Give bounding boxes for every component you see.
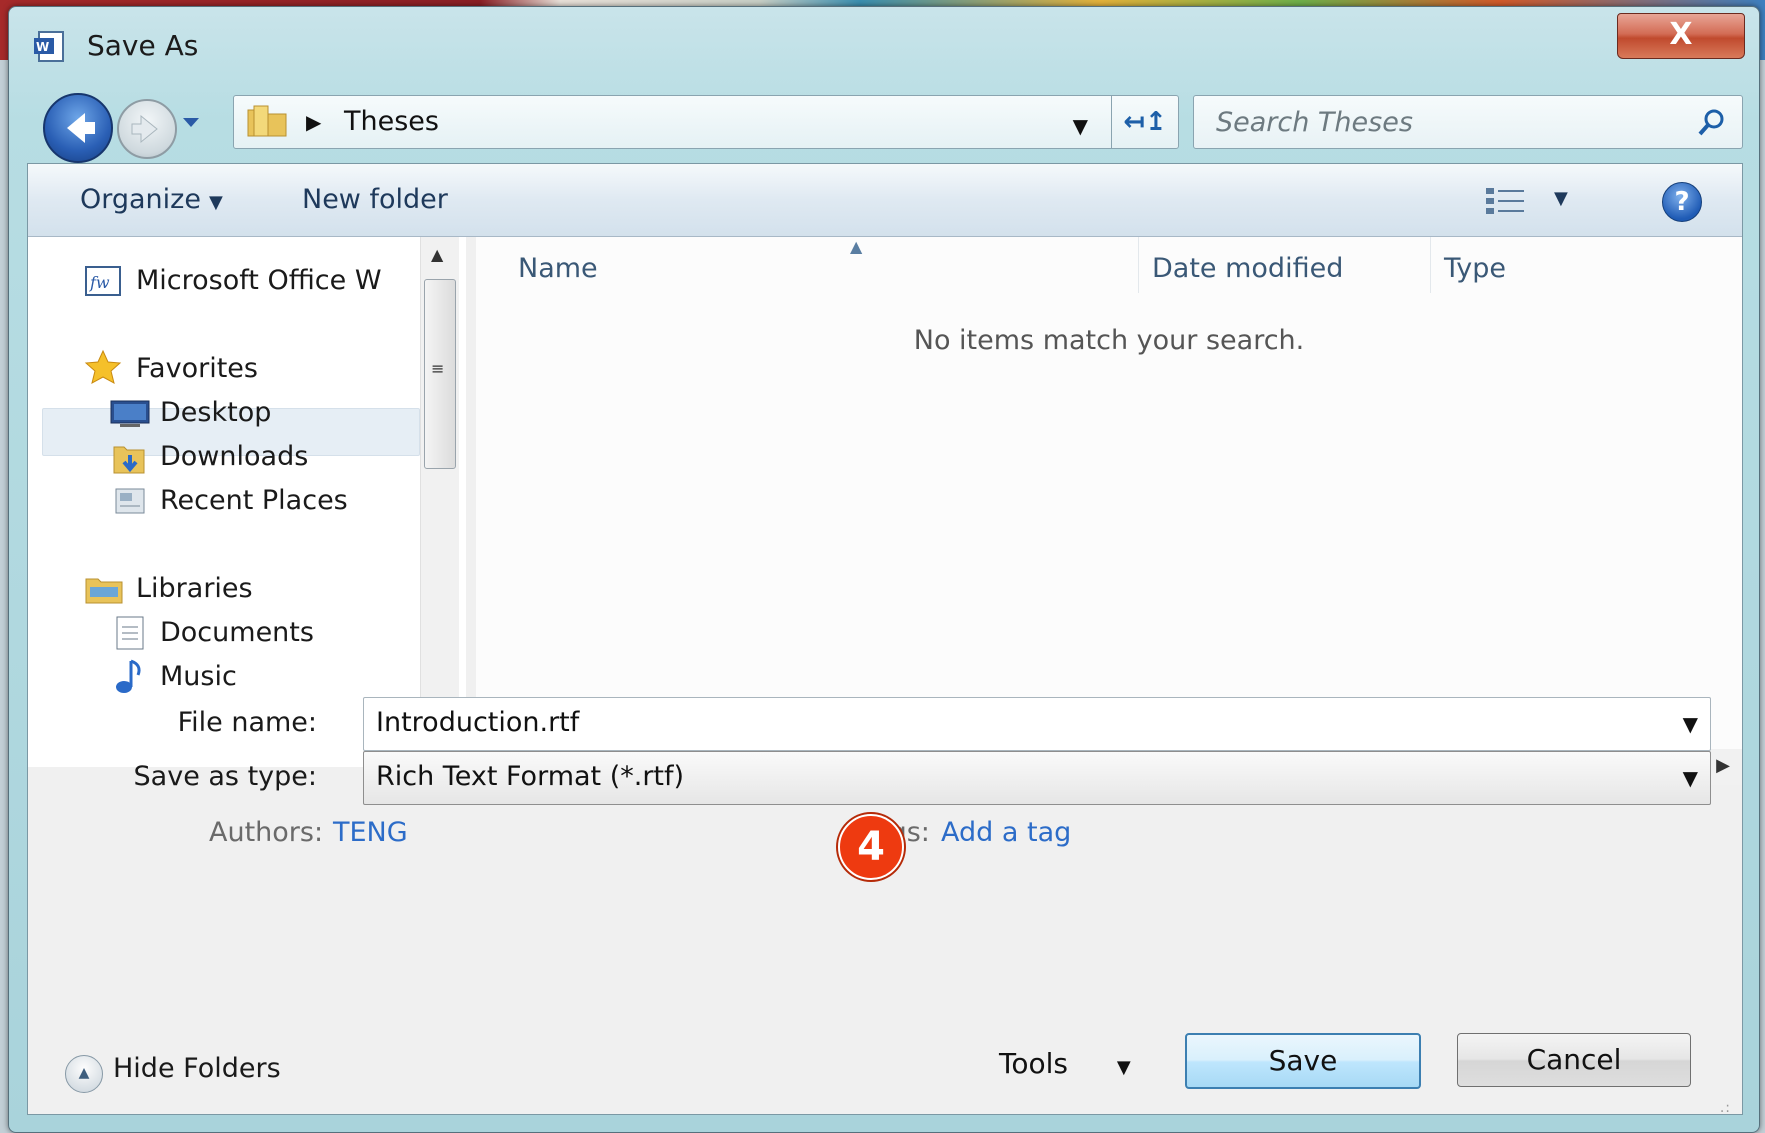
documents-icon bbox=[116, 616, 144, 650]
word-doc-icon: W bbox=[34, 31, 64, 62]
cancel-button[interactable]: Cancel bbox=[1457, 1033, 1691, 1087]
authors-label: Authors: bbox=[209, 817, 324, 848]
nav-item-documents[interactable]: Documents bbox=[160, 617, 314, 648]
hide-folders-button[interactable]: ▲ Hide Folders bbox=[65, 1053, 281, 1093]
forward-arrow-icon bbox=[131, 114, 158, 144]
column-header-type[interactable]: Type bbox=[1444, 253, 1506, 284]
empty-list-message: No items match your search. bbox=[913, 325, 1305, 356]
file-name-label: File name: bbox=[177, 707, 317, 738]
file-name-field[interactable]: Introduction.rtf ▼ bbox=[363, 697, 1711, 751]
nav-libraries[interactable]: Libraries bbox=[136, 573, 253, 604]
chevron-down-icon[interactable]: ▼ bbox=[1683, 712, 1698, 736]
sort-ascending-icon: ▲ bbox=[850, 237, 863, 256]
window-title: Save As bbox=[87, 29, 199, 62]
breadcrumb-separator[interactable]: ▶ bbox=[306, 110, 321, 134]
tools-menu-button[interactable]: Tools ▼ bbox=[999, 1047, 1131, 1080]
column-header-name[interactable]: Name bbox=[518, 253, 598, 284]
save-button[interactable]: Save bbox=[1185, 1033, 1421, 1089]
save-as-type-select[interactable]: Rich Text Format (*.rtf) ▼ bbox=[363, 751, 1711, 805]
refresh-icon: ↤↥ bbox=[1123, 107, 1167, 137]
views-icon[interactable] bbox=[1484, 186, 1528, 216]
close-button[interactable]: X bbox=[1617, 13, 1745, 59]
file-name-value[interactable]: Introduction.rtf bbox=[376, 707, 579, 738]
address-bar[interactable]: ▶ Theses ▼ ↤↥ bbox=[233, 95, 1179, 149]
nav-item-recent-places[interactable]: Recent Places bbox=[160, 485, 348, 516]
forward-button[interactable] bbox=[117, 99, 177, 159]
recent-pages-dropdown[interactable] bbox=[181, 115, 201, 129]
collapse-up-icon: ▲ bbox=[65, 1055, 103, 1093]
nav-item-desktop[interactable]: Desktop bbox=[160, 397, 271, 428]
chevron-down-icon: ▼ bbox=[1116, 1057, 1131, 1078]
nav-item-music[interactable]: Music bbox=[160, 661, 237, 692]
desktop-icon bbox=[110, 400, 150, 427]
title-bar: W Save As X bbox=[9, 7, 1759, 87]
column-header-date-modified[interactable]: Date modified bbox=[1152, 253, 1343, 284]
hide-folders-label: Hide Folders bbox=[113, 1053, 281, 1084]
views-dropdown[interactable]: ▼ bbox=[1554, 188, 1568, 209]
scroll-up-arrow[interactable]: ▲ bbox=[431, 245, 443, 264]
column-separator[interactable] bbox=[1138, 237, 1139, 293]
svg-text:W: W bbox=[36, 40, 49, 54]
authors-value[interactable]: TENG bbox=[333, 817, 408, 848]
breadcrumb-theses[interactable]: Theses bbox=[344, 106, 439, 137]
address-dropdown[interactable]: ▼ bbox=[1073, 114, 1088, 138]
resize-grip-icon[interactable]: .: bbox=[1720, 1100, 1731, 1116]
recent-places-icon bbox=[115, 488, 145, 514]
navigation-pane: fw Microsoft Office W Favorites Desktop … bbox=[28, 237, 466, 767]
help-icon[interactable]: ? bbox=[1662, 182, 1702, 222]
tags-input[interactable]: Add a tag bbox=[941, 817, 1071, 848]
office-word-icon: fw bbox=[85, 266, 121, 296]
star-icon bbox=[84, 349, 122, 384]
search-input[interactable]: Search Theses bbox=[1216, 107, 1413, 138]
nav-vertical-scrollbar[interactable]: ▲ ≡ ▼ bbox=[420, 237, 459, 767]
scroll-right-arrow[interactable]: ▶ bbox=[1716, 755, 1730, 776]
libraries-icon bbox=[85, 578, 123, 604]
save-as-type-label: Save as type: bbox=[133, 761, 317, 792]
folder-icon bbox=[247, 105, 287, 137]
chevron-down-icon[interactable]: ▼ bbox=[1683, 766, 1698, 790]
back-arrow-icon bbox=[67, 113, 95, 143]
new-folder-button[interactable]: New folder bbox=[302, 184, 448, 215]
file-list: ▲ Name Date modified Type No items match… bbox=[476, 237, 1742, 749]
nav-favorites[interactable]: Favorites bbox=[136, 353, 258, 384]
chevron-down-icon: ▼ bbox=[208, 192, 223, 213]
nav-item-downloads[interactable]: Downloads bbox=[160, 441, 308, 472]
scroll-grip-icon: ≡ bbox=[431, 359, 445, 378]
dialog-body: Organize ▼ New folder ▼ ? fw Microsoft Of… bbox=[27, 163, 1743, 1115]
back-button[interactable] bbox=[43, 93, 113, 163]
nav-item-office[interactable]: Microsoft Office W bbox=[136, 265, 382, 296]
downloads-icon bbox=[113, 446, 145, 474]
search-box[interactable]: Search Theses bbox=[1193, 95, 1743, 149]
tools-label: Tools bbox=[999, 1047, 1068, 1080]
search-icon[interactable] bbox=[1696, 106, 1728, 138]
command-bar: Organize ▼ New folder ▼ ? bbox=[28, 164, 1742, 237]
step-number-badge: 4 bbox=[838, 814, 904, 880]
svg-text:fw: fw bbox=[89, 273, 110, 292]
refresh-button[interactable]: ↤↥ bbox=[1111, 96, 1178, 148]
save-as-type-value: Rich Text Format (*.rtf) bbox=[376, 761, 685, 792]
save-as-dialog: W Save As X ▶ Theses ▼ ↤↥ Search Theses bbox=[8, 6, 1760, 1133]
column-separator[interactable] bbox=[1430, 237, 1431, 293]
music-icon bbox=[116, 659, 141, 693]
organize-label: Organize bbox=[80, 184, 201, 215]
organize-button[interactable]: Organize ▼ bbox=[80, 184, 223, 215]
